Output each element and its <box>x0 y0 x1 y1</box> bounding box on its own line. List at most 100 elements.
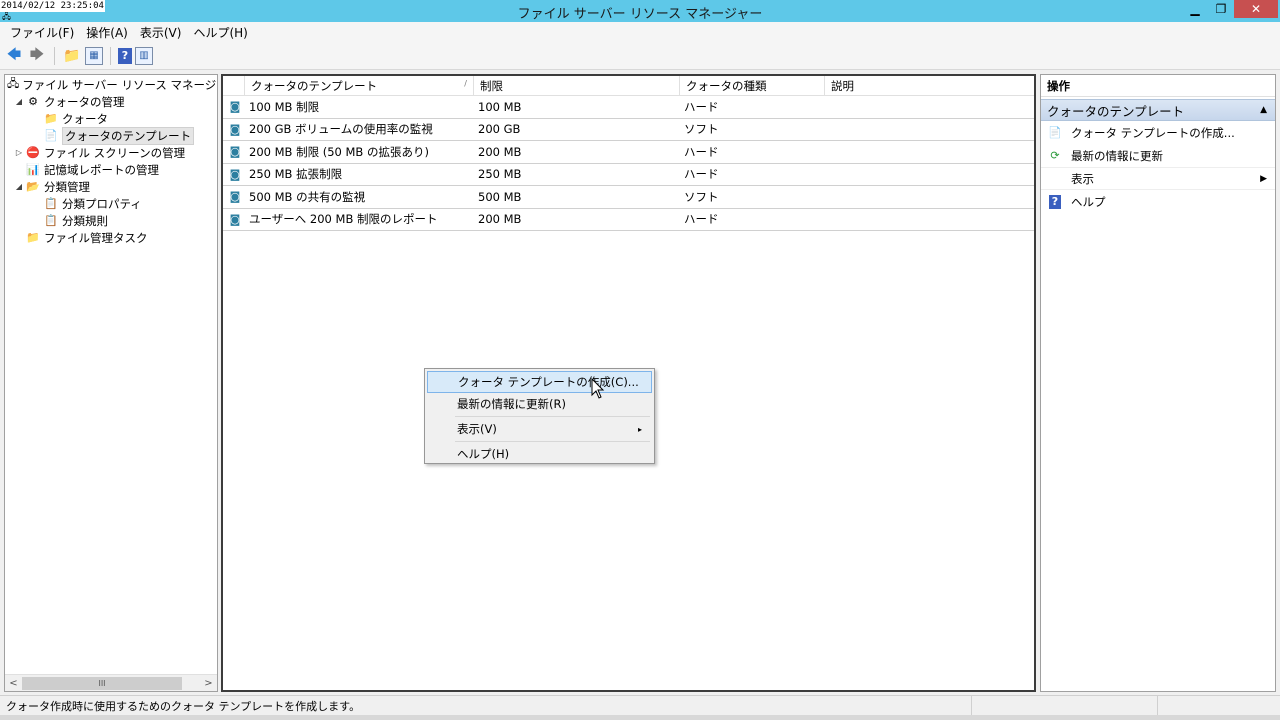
show-hide-action-pane-icon[interactable]: ▥ <box>135 46 153 65</box>
tree-node-fsrm-root[interactable]: 🖧 ファイル サーバー リソース マネージャー (ロー <box>5 76 217 93</box>
back-arrow-icon[interactable]: 🡄 <box>4 46 24 66</box>
action-create-quota-template[interactable]: 📄 クォータ テンプレートの作成... <box>1041 121 1275 144</box>
action-refresh[interactable]: ⟳ 最新の情報に更新 <box>1041 144 1275 167</box>
toolbar-separator <box>110 46 111 65</box>
window-controls: ▁ ❐ ✕ <box>1182 0 1278 20</box>
tree-node-quotas[interactable]: 📁 クォータ <box>5 110 217 127</box>
cell-quota-type: ハード <box>684 99 719 114</box>
context-menu-view[interactable]: 表示(V) ▸ <box>427 418 652 440</box>
list-header: クォータのテンプレート / 制限 クォータの種類 説明 <box>223 76 1034 96</box>
context-menu-refresh[interactable]: 最新の情報に更新(R) <box>427 393 652 415</box>
expand-triangle-icon[interactable]: ▷ <box>13 148 25 157</box>
context-menu-label: ヘルプ(H) <box>457 447 510 461</box>
action-label: 最新の情報に更新 <box>1071 148 1163 163</box>
restore-button[interactable]: ❐ <box>1208 0 1234 18</box>
scroll-track[interactable]: III <box>22 676 200 690</box>
tree-node-classification-properties[interactable]: 📋 分類プロパティ <box>5 195 217 212</box>
cell-quota-type: ソフト <box>684 122 719 137</box>
action-view[interactable]: 表示 ▶ <box>1041 167 1275 190</box>
tree-node-label: 分類規則 <box>62 213 108 228</box>
table-row[interactable]: ◙ 200 MB 制限 (50 MB の拡張あり) 200 MB ハード <box>223 141 1034 164</box>
mouse-pointer-icon <box>591 378 605 399</box>
column-header-label: 制限 <box>480 78 503 93</box>
quota-template-icon: ◙ <box>229 122 241 136</box>
quota-template-icon: ◙ <box>229 145 241 159</box>
status-panel <box>1158 696 1280 715</box>
cell-limit: 250 MB <box>478 167 522 182</box>
menu-bar: ファイル(F) 操作(A) 表示(V) ヘルプ(H) <box>0 22 1280 42</box>
forward-arrow-icon[interactable]: 🡆 <box>27 46 47 66</box>
actions-pane-title: 操作 <box>1041 75 1275 97</box>
server-icon: 🖧 <box>7 77 20 90</box>
cell-limit: 500 MB <box>478 189 522 204</box>
table-row[interactable]: ◙ 200 GB ボリュームの使用率の監視 200 GB ソフト <box>223 119 1034 141</box>
collapse-arrow-icon[interactable]: ▲ <box>1260 105 1267 115</box>
menu-help[interactable]: ヘルプ(H) <box>187 24 253 41</box>
sort-indicator-icon: / <box>464 79 467 88</box>
icon-column-header <box>223 76 245 95</box>
minimize-button[interactable]: ▁ <box>1182 0 1208 18</box>
submenu-arrow-icon: ▶ <box>1260 173 1267 184</box>
tree-node-quota-management[interactable]: ◢ ⚙ クォータの管理 <box>5 93 217 110</box>
show-hide-tree-icon[interactable]: ▦ <box>85 46 103 65</box>
cell-quota-type: ハード <box>684 212 719 227</box>
actions-section-label: クォータのテンプレート <box>1047 103 1185 119</box>
tree-node-storage-reports[interactable]: 📊 記憶域レポートの管理 <box>5 161 217 178</box>
collapse-triangle-icon[interactable]: ◢ <box>13 97 25 106</box>
actions-section-header[interactable]: クォータのテンプレート ▲ <box>1041 99 1275 121</box>
menu-action[interactable]: 操作(A) <box>80 24 134 41</box>
cell-template-name: ユーザーへ 200 MB 制限のレポート <box>249 212 438 227</box>
context-menu-create-quota-template[interactable]: クォータ テンプレートの作成(C)... <box>427 371 652 393</box>
console-tree: 🖧 ファイル サーバー リソース マネージャー (ロー ◢ ⚙ クォータの管理 … <box>5 75 217 673</box>
column-header-quota-type[interactable]: クォータの種類 <box>680 76 825 95</box>
menu-file[interactable]: ファイル(F) <box>4 24 80 41</box>
cell-template-name: 100 MB 制限 <box>249 99 320 114</box>
context-menu: クォータ テンプレートの作成(C)... 最新の情報に更新(R) 表示(V) ▸… <box>424 368 655 464</box>
tree-node-file-management-tasks[interactable]: 📁 ファイル管理タスク <box>5 229 217 246</box>
toolbar-separator <box>54 46 55 65</box>
scroll-right-icon[interactable]: > <box>200 675 217 692</box>
tree-node-classification-rules[interactable]: 📋 分類規則 <box>5 212 217 229</box>
action-help[interactable]: ? ヘルプ <box>1041 190 1275 213</box>
actions-pane: 操作 クォータのテンプレート ▲ 📄 クォータ テンプレートの作成... ⟳ 最… <box>1040 74 1276 692</box>
scroll-left-icon[interactable]: < <box>5 675 22 692</box>
collapse-triangle-icon[interactable]: ◢ <box>13 182 25 191</box>
table-row[interactable]: ◙ 100 MB 制限 100 MB ハード <box>223 96 1034 119</box>
refresh-icon: ⟳ <box>1050 149 1060 162</box>
window-title: ファイル サーバー リソース マネージャー <box>517 7 763 22</box>
tree-node-file-screening[interactable]: ▷ ⛔ ファイル スクリーンの管理 <box>5 144 217 161</box>
create-template-icon: 📄 <box>1048 126 1062 139</box>
tree-node-label: 記憶域レポートの管理 <box>44 162 159 177</box>
close-button[interactable]: ✕ <box>1234 0 1278 18</box>
tree-horizontal-scrollbar[interactable]: < III > <box>5 674 217 691</box>
cell-limit: 200 GB <box>478 122 521 137</box>
scroll-thumb[interactable]: III <box>22 676 182 690</box>
action-label: 表示 <box>1071 171 1094 186</box>
table-row[interactable]: ◙ 500 MB の共有の監視 500 MB ソフト <box>223 186 1034 209</box>
column-header-template[interactable]: クォータのテンプレート / <box>245 76 474 95</box>
action-label: クォータ テンプレートの作成... <box>1071 125 1235 140</box>
menu-view[interactable]: 表示(V) <box>134 24 188 41</box>
context-menu-help[interactable]: ヘルプ(H) <box>427 443 652 465</box>
tree-node-label: 分類管理 <box>44 179 90 194</box>
column-header-label: クォータのテンプレート <box>251 78 378 93</box>
cell-quota-type: ハード <box>684 144 719 159</box>
help-icon[interactable]: ? <box>118 47 132 64</box>
table-row[interactable]: ◙ 250 MB 拡張制限 250 MB ハード <box>223 164 1034 186</box>
bottom-edge <box>0 715 1280 720</box>
status-bar: クォータ作成時に使用するためのクォータ テンプレートを作成します。 <box>0 695 1280 715</box>
up-folder-icon[interactable]: 📁 <box>62 46 82 66</box>
tree-node-classification[interactable]: ◢ 📂 分類管理 <box>5 178 217 195</box>
action-label: ヘルプ <box>1071 194 1106 209</box>
context-menu-label: クォータ テンプレートの作成(C)... <box>458 375 639 389</box>
file-screen-icon: ⛔ <box>26 146 40 159</box>
tree-node-quota-templates[interactable]: 📄 クォータのテンプレート <box>5 126 217 145</box>
help-icon: ? <box>1049 194 1061 209</box>
column-header-limit[interactable]: 制限 <box>474 76 680 95</box>
column-header-description[interactable]: 説明 <box>825 76 1034 95</box>
quota-folder-icon: 📁 <box>44 112 58 125</box>
tree-node-label: クォータ <box>62 111 108 126</box>
toolbar: 🡄 🡆 📁 ▦ ? ▥ <box>0 42 1280 70</box>
column-header-label: クォータの種類 <box>686 78 767 93</box>
table-row[interactable]: ◙ ユーザーへ 200 MB 制限のレポート 200 MB ハード <box>223 209 1034 231</box>
